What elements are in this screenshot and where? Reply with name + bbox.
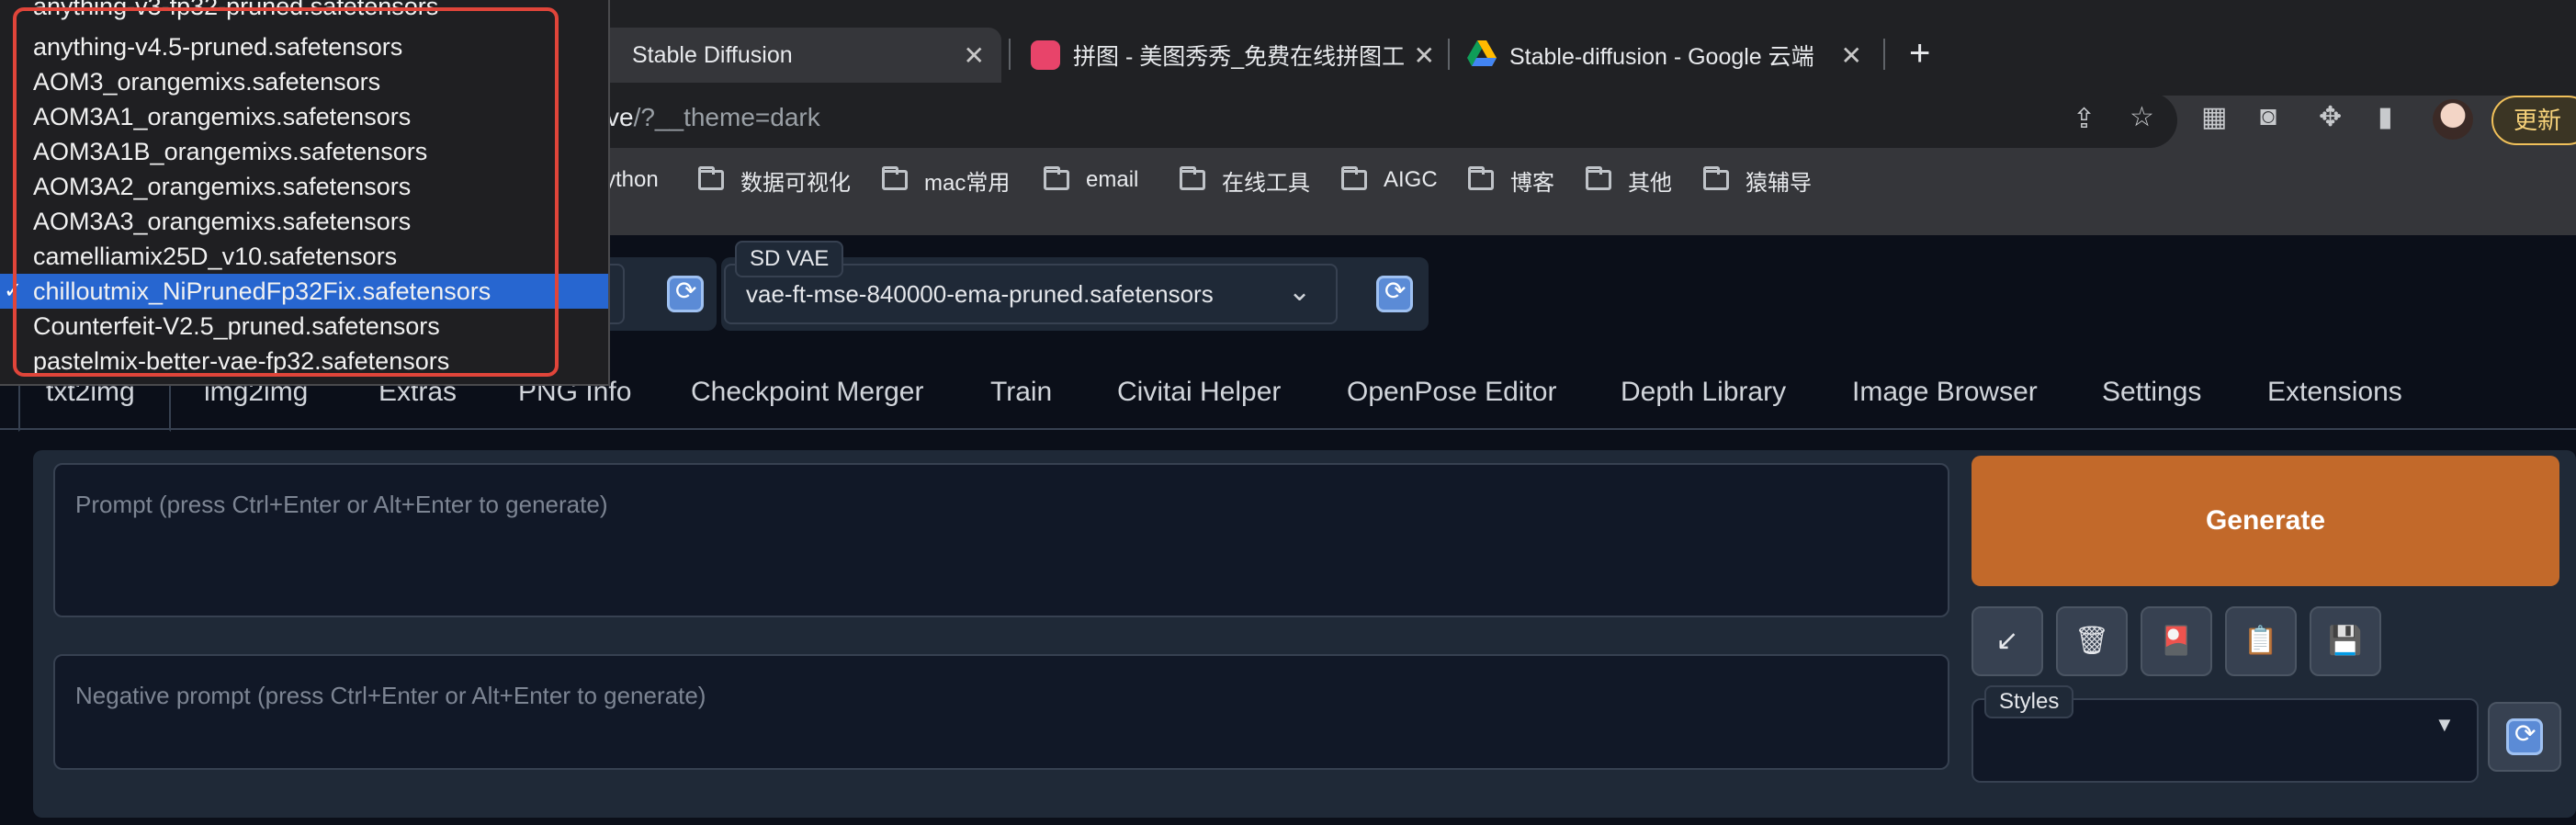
vae-label: SD VAE	[735, 241, 844, 277]
bookmark-label: ython	[604, 167, 659, 192]
url-rest: /?__theme=dark	[633, 103, 820, 131]
bookmark-star-icon[interactable]: ☆	[2130, 101, 2154, 133]
bookmark-folder[interactable]: 其他	[1586, 162, 1672, 198]
bookmark-folder[interactable]: 猿辅导	[1703, 162, 1812, 198]
vae-refresh-icon[interactable]	[1376, 276, 1413, 312]
tab-openpose-editor[interactable]: OpenPose Editor	[1347, 377, 1556, 408]
tab-title: Stable-diffusion - Google 云端	[1509, 44, 1814, 70]
dropdown-option[interactable]: AOM3A3_orangemixs.safetensors	[0, 204, 608, 239]
update-button[interactable]: 更新	[2491, 96, 2576, 145]
bookmark-folder[interactable]: email	[1044, 162, 1138, 198]
dropdown-option[interactable]: camelliamix25D_v10.safetensors	[0, 239, 608, 274]
dropdown-option[interactable]: AOM3_orangemixs.safetensors	[0, 64, 608, 99]
bookmark-label: AIGC	[1384, 167, 1438, 192]
tab-separator	[1448, 39, 1450, 70]
tab-train[interactable]: Train	[990, 377, 1052, 408]
tab-settings[interactable]: Settings	[2102, 377, 2201, 408]
bookmark-label: 其他	[1628, 170, 1672, 196]
bookmark-label: 猿辅导	[1746, 170, 1812, 196]
generate-button[interactable]: Generate	[1972, 456, 2559, 586]
read-params-button[interactable]: ↙	[1972, 606, 2043, 676]
browser-tab-meitu[interactable]: 拼图 - 美图秀秀_免费在线拼图工 ✕	[1020, 28, 1452, 83]
trash-icon[interactable]: 🗑	[2056, 606, 2128, 676]
bookmark-folder[interactable]: mac常用	[882, 162, 1010, 198]
avatar[interactable]	[2433, 99, 2473, 140]
prompt-input[interactable]: Prompt (press Ctrl+Enter or Alt+Enter to…	[53, 463, 1949, 617]
tab-extensions[interactable]: Extensions	[2267, 377, 2402, 408]
tab-checkpoint-merger[interactable]: Checkpoint Merger	[691, 377, 923, 408]
dropdown-option[interactable]: AOM3A1_orangemixs.safetensors	[0, 99, 608, 134]
checkpoint-dropdown-list: anything-v3-fp32-pruned.safetensors anyt…	[0, 0, 610, 386]
bookmark-python[interactable]: ython	[604, 162, 659, 198]
tab-title: 拼图 - 美图秀秀_免费在线拼图工	[1073, 44, 1406, 70]
tab-civitai-helper[interactable]: Civitai Helper	[1117, 377, 1281, 408]
caret-down-icon: ▼	[2435, 713, 2455, 736]
styles-refresh-icon	[2506, 718, 2543, 755]
share-icon[interactable]: ⇪	[2073, 103, 2096, 135]
bookmark-label: email	[1086, 167, 1139, 192]
new-tab-button[interactable]: +	[1909, 35, 1930, 72]
folder-icon	[1180, 166, 1205, 190]
url-text[interactable]: ve/?__theme=dark	[606, 103, 820, 132]
folder-icon	[1703, 166, 1729, 190]
qr-code-icon[interactable]: ▦	[2201, 101, 2227, 133]
meitu-favicon-icon	[1031, 40, 1060, 70]
extra-networks-icon[interactable]: 🎴	[2141, 606, 2212, 676]
dropdown-option[interactable]: pastelmix-better-vae-fp32.safetensors	[0, 344, 608, 379]
browser-tab-google-drive[interactable]: Stable-diffusion - Google 云端 ✕	[1456, 28, 1879, 83]
folder-icon	[698, 166, 724, 190]
bookmark-folder[interactable]: 数据可视化	[698, 162, 851, 198]
url-prefix: ve	[606, 103, 634, 131]
folder-icon	[882, 166, 908, 190]
negative-prompt-input[interactable]: Negative prompt (press Ctrl+Enter or Alt…	[53, 654, 1949, 770]
folder-icon	[1341, 166, 1367, 190]
bookmark-label: 在线工具	[1222, 170, 1310, 196]
save-style-icon[interactable]: 💾	[2310, 606, 2381, 676]
browser-tab-stable-diffusion[interactable]: Stable Diffusion ✕	[570, 28, 1001, 83]
close-icon[interactable]: ✕	[1414, 40, 1435, 71]
styles-label: Styles	[1984, 685, 2074, 718]
puzzle-icon[interactable]: ✥	[2319, 101, 2342, 133]
bookmark-folder[interactable]: 博客	[1468, 162, 1554, 198]
tab-separator	[1009, 39, 1011, 70]
checkpoint-refresh-icon[interactable]	[667, 276, 704, 312]
dropdown-option[interactable]: anything-v4.5-pruned.safetensors	[0, 29, 608, 64]
dropdown-option[interactable]: anything-v3-fp32-pruned.safetensors	[0, 0, 608, 24]
bookmark-label: 博客	[1510, 170, 1554, 196]
close-icon[interactable]: ✕	[964, 40, 985, 71]
folder-icon	[1586, 166, 1611, 190]
dropdown-option[interactable]: AOM3A2_orangemixs.safetensors	[0, 169, 608, 204]
chevron-down-icon: ⌄	[1288, 277, 1312, 307]
close-icon[interactable]: ✕	[1841, 40, 1862, 71]
dropdown-option-selected[interactable]: ✓ chilloutmix_NiPrunedFp32Fix.safetensor…	[0, 274, 608, 309]
dropdown-option[interactable]: AOM3A1B_orangemixs.safetensors	[0, 134, 608, 169]
folder-icon	[1468, 166, 1494, 190]
side-panel-icon[interactable]: ▮	[2378, 101, 2393, 133]
bookmark-folder[interactable]: AIGC	[1341, 162, 1438, 198]
checkmark-icon: ✓	[4, 278, 23, 303]
bookmark-label: mac常用	[924, 170, 1011, 196]
tab-depth-library[interactable]: Depth Library	[1621, 377, 1786, 408]
tab-image-browser[interactable]: Image Browser	[1852, 377, 2038, 408]
bookmark-folder[interactable]: 在线工具	[1180, 162, 1310, 198]
tab-separator	[1883, 39, 1885, 70]
tab-title: Stable Diffusion	[632, 41, 793, 68]
google-drive-icon	[1467, 40, 1497, 70]
extension-icon[interactable]: ◙	[2260, 101, 2277, 132]
clipboard-icon[interactable]: 📋	[2225, 606, 2297, 676]
dropdown-option[interactable]: Counterfeit-V2.5_pruned.safetensors	[0, 309, 608, 344]
dropdown-option-label: chilloutmix_NiPrunedFp32Fix.safetensors	[33, 277, 491, 305]
folder-icon	[1044, 166, 1069, 190]
bookmark-label: 数据可视化	[740, 170, 851, 196]
